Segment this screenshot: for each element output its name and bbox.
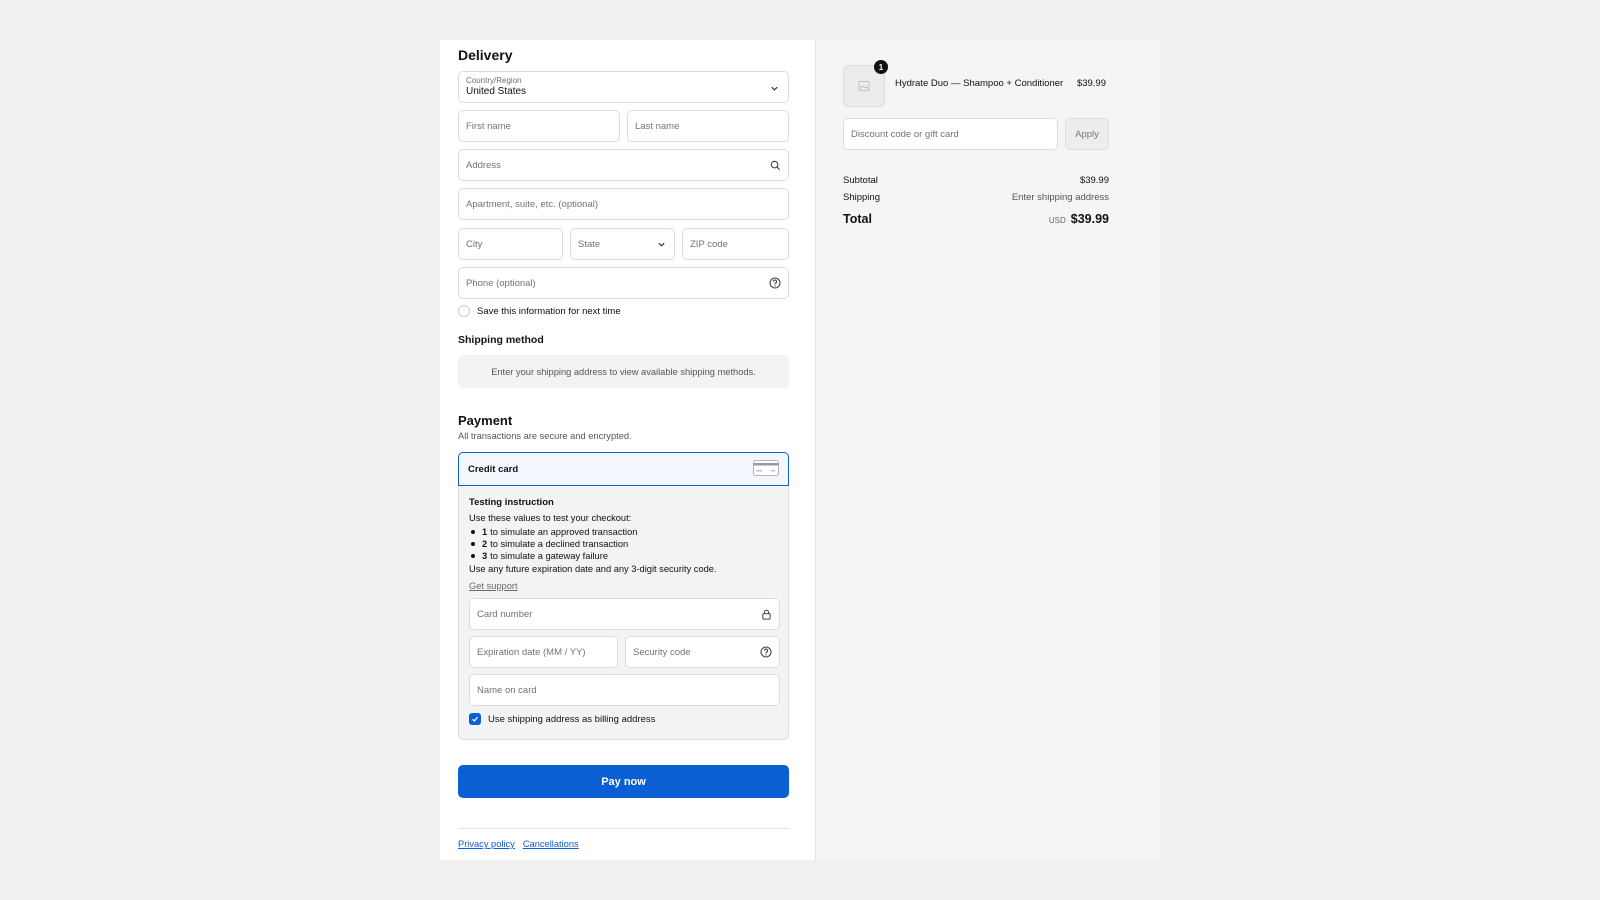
chevron-down-icon	[655, 238, 667, 250]
country-value: United States	[466, 86, 527, 97]
billing-same-label: Use shipping address as billing address	[488, 713, 656, 725]
address-placeholder: Address	[466, 159, 501, 171]
check-icon	[472, 716, 479, 722]
card-number-placeholder: Card number	[477, 608, 533, 620]
help-icon[interactable]	[769, 277, 781, 289]
security-code-field[interactable]: Security code	[625, 636, 780, 668]
phone-field[interactable]: Phone (optional)	[458, 267, 789, 299]
total-value: $39.99	[1070, 212, 1109, 226]
apartment-placeholder: Apartment, suite, etc. (optional)	[466, 198, 599, 210]
testing-outro: Use any future expiration date and any 3…	[469, 564, 717, 574]
address-field[interactable]: Address	[458, 149, 789, 181]
privacy-policy-link[interactable]: Privacy policy	[458, 839, 515, 849]
state-select[interactable]: State	[570, 228, 675, 260]
country-label: Country/Region	[466, 76, 522, 85]
credit-card-label: Credit card	[468, 463, 519, 475]
billing-same-checkbox[interactable]	[469, 713, 481, 725]
discount-code-input[interactable]: Discount code or gift card	[843, 118, 1058, 150]
apply-discount-button[interactable]: Apply	[1065, 118, 1109, 150]
cancellations-link[interactable]: Cancellations	[523, 839, 579, 849]
image-placeholder-icon	[858, 81, 870, 91]
delivery-title: Delivery	[458, 47, 513, 63]
total-label: Total	[843, 212, 872, 226]
save-info-checkbox[interactable]	[458, 305, 470, 317]
name-on-card-field[interactable]: Name on card	[469, 674, 780, 706]
get-support-link[interactable]: Get support	[469, 581, 518, 591]
shipping-label: Shipping	[843, 192, 880, 203]
city-placeholder: City	[466, 238, 483, 250]
footer-divider	[458, 828, 789, 829]
credit-card-icon	[753, 459, 779, 479]
shipping-method-notice: Enter your shipping address to view avai…	[458, 355, 789, 388]
apartment-field[interactable]: Apartment, suite, etc. (optional)	[458, 188, 789, 220]
pay-now-button[interactable]: Pay now	[458, 765, 789, 798]
state-placeholder: State	[578, 238, 601, 250]
save-info-row[interactable]: Save this information for next time	[458, 305, 621, 317]
subtotal-value: $39.99	[1079, 175, 1109, 186]
quantity-badge: 1	[874, 60, 888, 74]
testing-item: 1 to simulate an approved transaction	[469, 527, 637, 537]
shipping-method-title: Shipping method	[458, 334, 544, 346]
order-summary-panel: 1 Hydrate Duo — Shampoo + Conditioner $3…	[815, 40, 1160, 860]
card-number-field[interactable]: Card number	[469, 598, 780, 630]
expiration-field[interactable]: Expiration date (MM / YY)	[469, 636, 618, 668]
subtotal-label: Subtotal	[843, 175, 878, 186]
zip-placeholder: ZIP code	[690, 238, 728, 250]
phone-placeholder: Phone (optional)	[466, 277, 536, 289]
chevron-down-icon	[768, 82, 780, 94]
testing-item: 3 to simulate a gateway failure	[469, 551, 608, 561]
last-name-placeholder: Last name	[635, 120, 680, 132]
discount-placeholder: Discount code or gift card	[851, 128, 959, 140]
search-icon	[769, 159, 781, 171]
first-name-placeholder: First name	[466, 120, 511, 132]
product-price: $39.99	[1076, 78, 1106, 89]
payment-subtitle: All transactions are secure and encrypte…	[458, 431, 632, 441]
billing-same-row[interactable]: Use shipping address as billing address	[469, 713, 655, 725]
payment-title: Payment	[458, 413, 513, 428]
testing-intro: Use these values to test your checkout:	[469, 513, 632, 523]
expiration-placeholder: Expiration date (MM / YY)	[477, 646, 586, 658]
currency-code: USD	[1048, 216, 1066, 225]
subtotal-row: Subtotal $39.99	[843, 175, 1109, 186]
country-select[interactable]: Country/Region United States	[458, 71, 789, 103]
shipping-value: Enter shipping address	[1011, 192, 1109, 203]
name-on-card-placeholder: Name on card	[477, 684, 537, 696]
last-name-field[interactable]: Last name	[627, 110, 789, 142]
help-icon[interactable]	[760, 646, 772, 658]
checkout-form-panel: Delivery Country/Region United States Fi…	[440, 40, 815, 860]
product-name: Hydrate Duo — Shampoo + Conditioner	[895, 78, 1064, 89]
testing-title: Testing instruction	[469, 497, 554, 508]
credit-card-panel: Testing instruction Use these values to …	[458, 486, 789, 740]
save-info-label: Save this information for next time	[477, 305, 621, 317]
zip-field[interactable]: ZIP code	[682, 228, 789, 260]
shipping-row: Shipping Enter shipping address	[843, 192, 1109, 203]
first-name-field[interactable]: First name	[458, 110, 620, 142]
total-row: Total USD $39.99	[843, 212, 1109, 226]
testing-item: 2 to simulate a declined transaction	[469, 539, 628, 549]
security-code-placeholder: Security code	[633, 646, 691, 658]
lock-icon	[760, 608, 772, 620]
footer-links: Privacy policy Cancellations	[458, 839, 579, 849]
city-field[interactable]: City	[458, 228, 563, 260]
credit-card-option[interactable]: Credit card	[458, 452, 789, 486]
